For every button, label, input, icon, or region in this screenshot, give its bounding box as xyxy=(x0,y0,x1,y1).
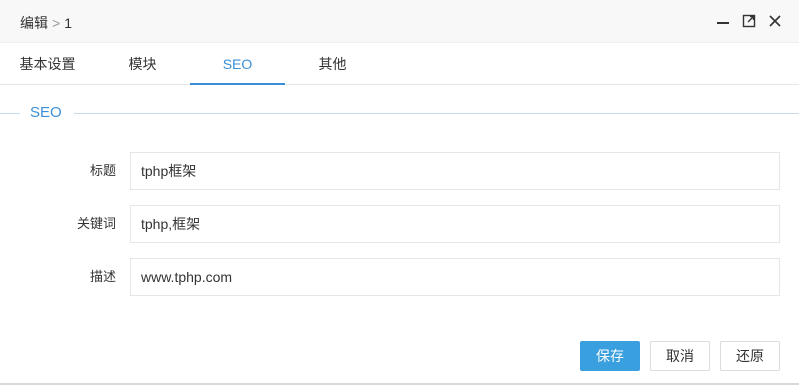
form-row-description: 描述 xyxy=(0,258,799,296)
form-row-title: 标题 xyxy=(0,152,799,190)
breadcrumb-parent: 编辑 xyxy=(20,15,48,31)
section-legend: SEO xyxy=(0,101,799,125)
legend-line-left xyxy=(0,113,20,114)
description-input[interactable] xyxy=(130,258,780,296)
edit-dialog: 编辑>1 基本设置 模块 SEO 其他 SEO 标题 关键词 描述 xyxy=(0,0,799,385)
reset-button[interactable]: 还原 xyxy=(720,341,780,371)
save-button[interactable]: 保存 xyxy=(580,341,640,371)
title-input[interactable] xyxy=(130,152,780,190)
window-controls xyxy=(715,13,783,29)
keywords-input[interactable] xyxy=(130,205,780,243)
title-label: 标题 xyxy=(89,163,116,178)
tab-bar: 基本设置 模块 SEO 其他 xyxy=(0,43,799,85)
breadcrumb: 编辑 >1 xyxy=(20,13,72,33)
cancel-button[interactable]: 取消 xyxy=(650,341,710,371)
maximize-icon[interactable] xyxy=(741,13,757,29)
dialog-titlebar: 编辑 >1 xyxy=(0,0,799,43)
breadcrumb-separator: > xyxy=(52,15,61,31)
tab-modules[interactable]: 模块 xyxy=(95,43,190,85)
dialog-footer: 保存 取消 还原 xyxy=(580,341,780,371)
legend-line-right xyxy=(74,113,799,114)
tab-seo[interactable]: SEO xyxy=(190,43,285,85)
description-label: 描述 xyxy=(89,269,116,284)
section-title: SEO xyxy=(30,104,62,121)
keywords-label: 关键词 xyxy=(76,216,116,231)
tab-other[interactable]: 其他 xyxy=(285,43,380,85)
form-row-keywords: 关键词 xyxy=(0,205,799,243)
minimize-icon[interactable] xyxy=(715,13,731,29)
breadcrumb-current: 1 xyxy=(64,15,72,31)
tab-basic-settings[interactable]: 基本设置 xyxy=(0,43,95,85)
close-icon[interactable] xyxy=(767,13,783,29)
